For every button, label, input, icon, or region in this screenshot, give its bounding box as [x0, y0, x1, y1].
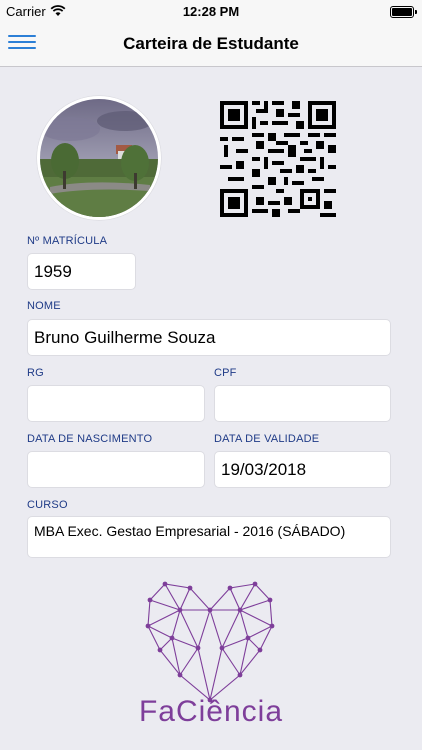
matricula-value: 1959	[34, 261, 72, 281]
navigation-bar: Carteira de Estudante	[0, 22, 422, 67]
status-bar: Carrier 12:28 PM	[0, 0, 422, 22]
status-time: 12:28 PM	[182, 4, 240, 19]
faciencia-logo-text: FaCiência	[138, 695, 284, 728]
cpf-label: CPF	[214, 367, 237, 379]
validade-field[interactable]: 19/03/2018	[214, 451, 391, 488]
page-title: Carteira de Estudante	[123, 34, 299, 53]
nome-value: Bruno Guilherme Souza	[34, 327, 216, 347]
nascimento-label: DATA DE NASCIMENTO	[27, 433, 153, 445]
qr-code	[220, 101, 336, 217]
rg-label: RG	[27, 367, 44, 379]
curso-field[interactable]: MBA Exec. Gestao Empresarial - 2016 (SÁB…	[27, 516, 391, 558]
curso-value: MBA Exec. Gestao Empresarial - 2016 (SÁB…	[34, 523, 346, 539]
curso-label: CURSO	[27, 499, 68, 511]
nome-field[interactable]: Bruno Guilherme Souza	[27, 319, 391, 356]
validade-label: DATA DE VALIDADE	[214, 433, 320, 445]
battery-icon	[390, 6, 417, 18]
profile-photo	[37, 96, 161, 220]
nome-label: NOME	[27, 300, 61, 312]
nascimento-field[interactable]	[27, 451, 205, 488]
matricula-label: Nº MATRÍCULA	[27, 235, 108, 247]
cpf-field[interactable]	[214, 385, 391, 422]
validade-value: 19/03/2018	[221, 459, 307, 479]
matricula-field[interactable]: 1959	[27, 253, 136, 290]
rg-field[interactable]	[27, 385, 205, 422]
